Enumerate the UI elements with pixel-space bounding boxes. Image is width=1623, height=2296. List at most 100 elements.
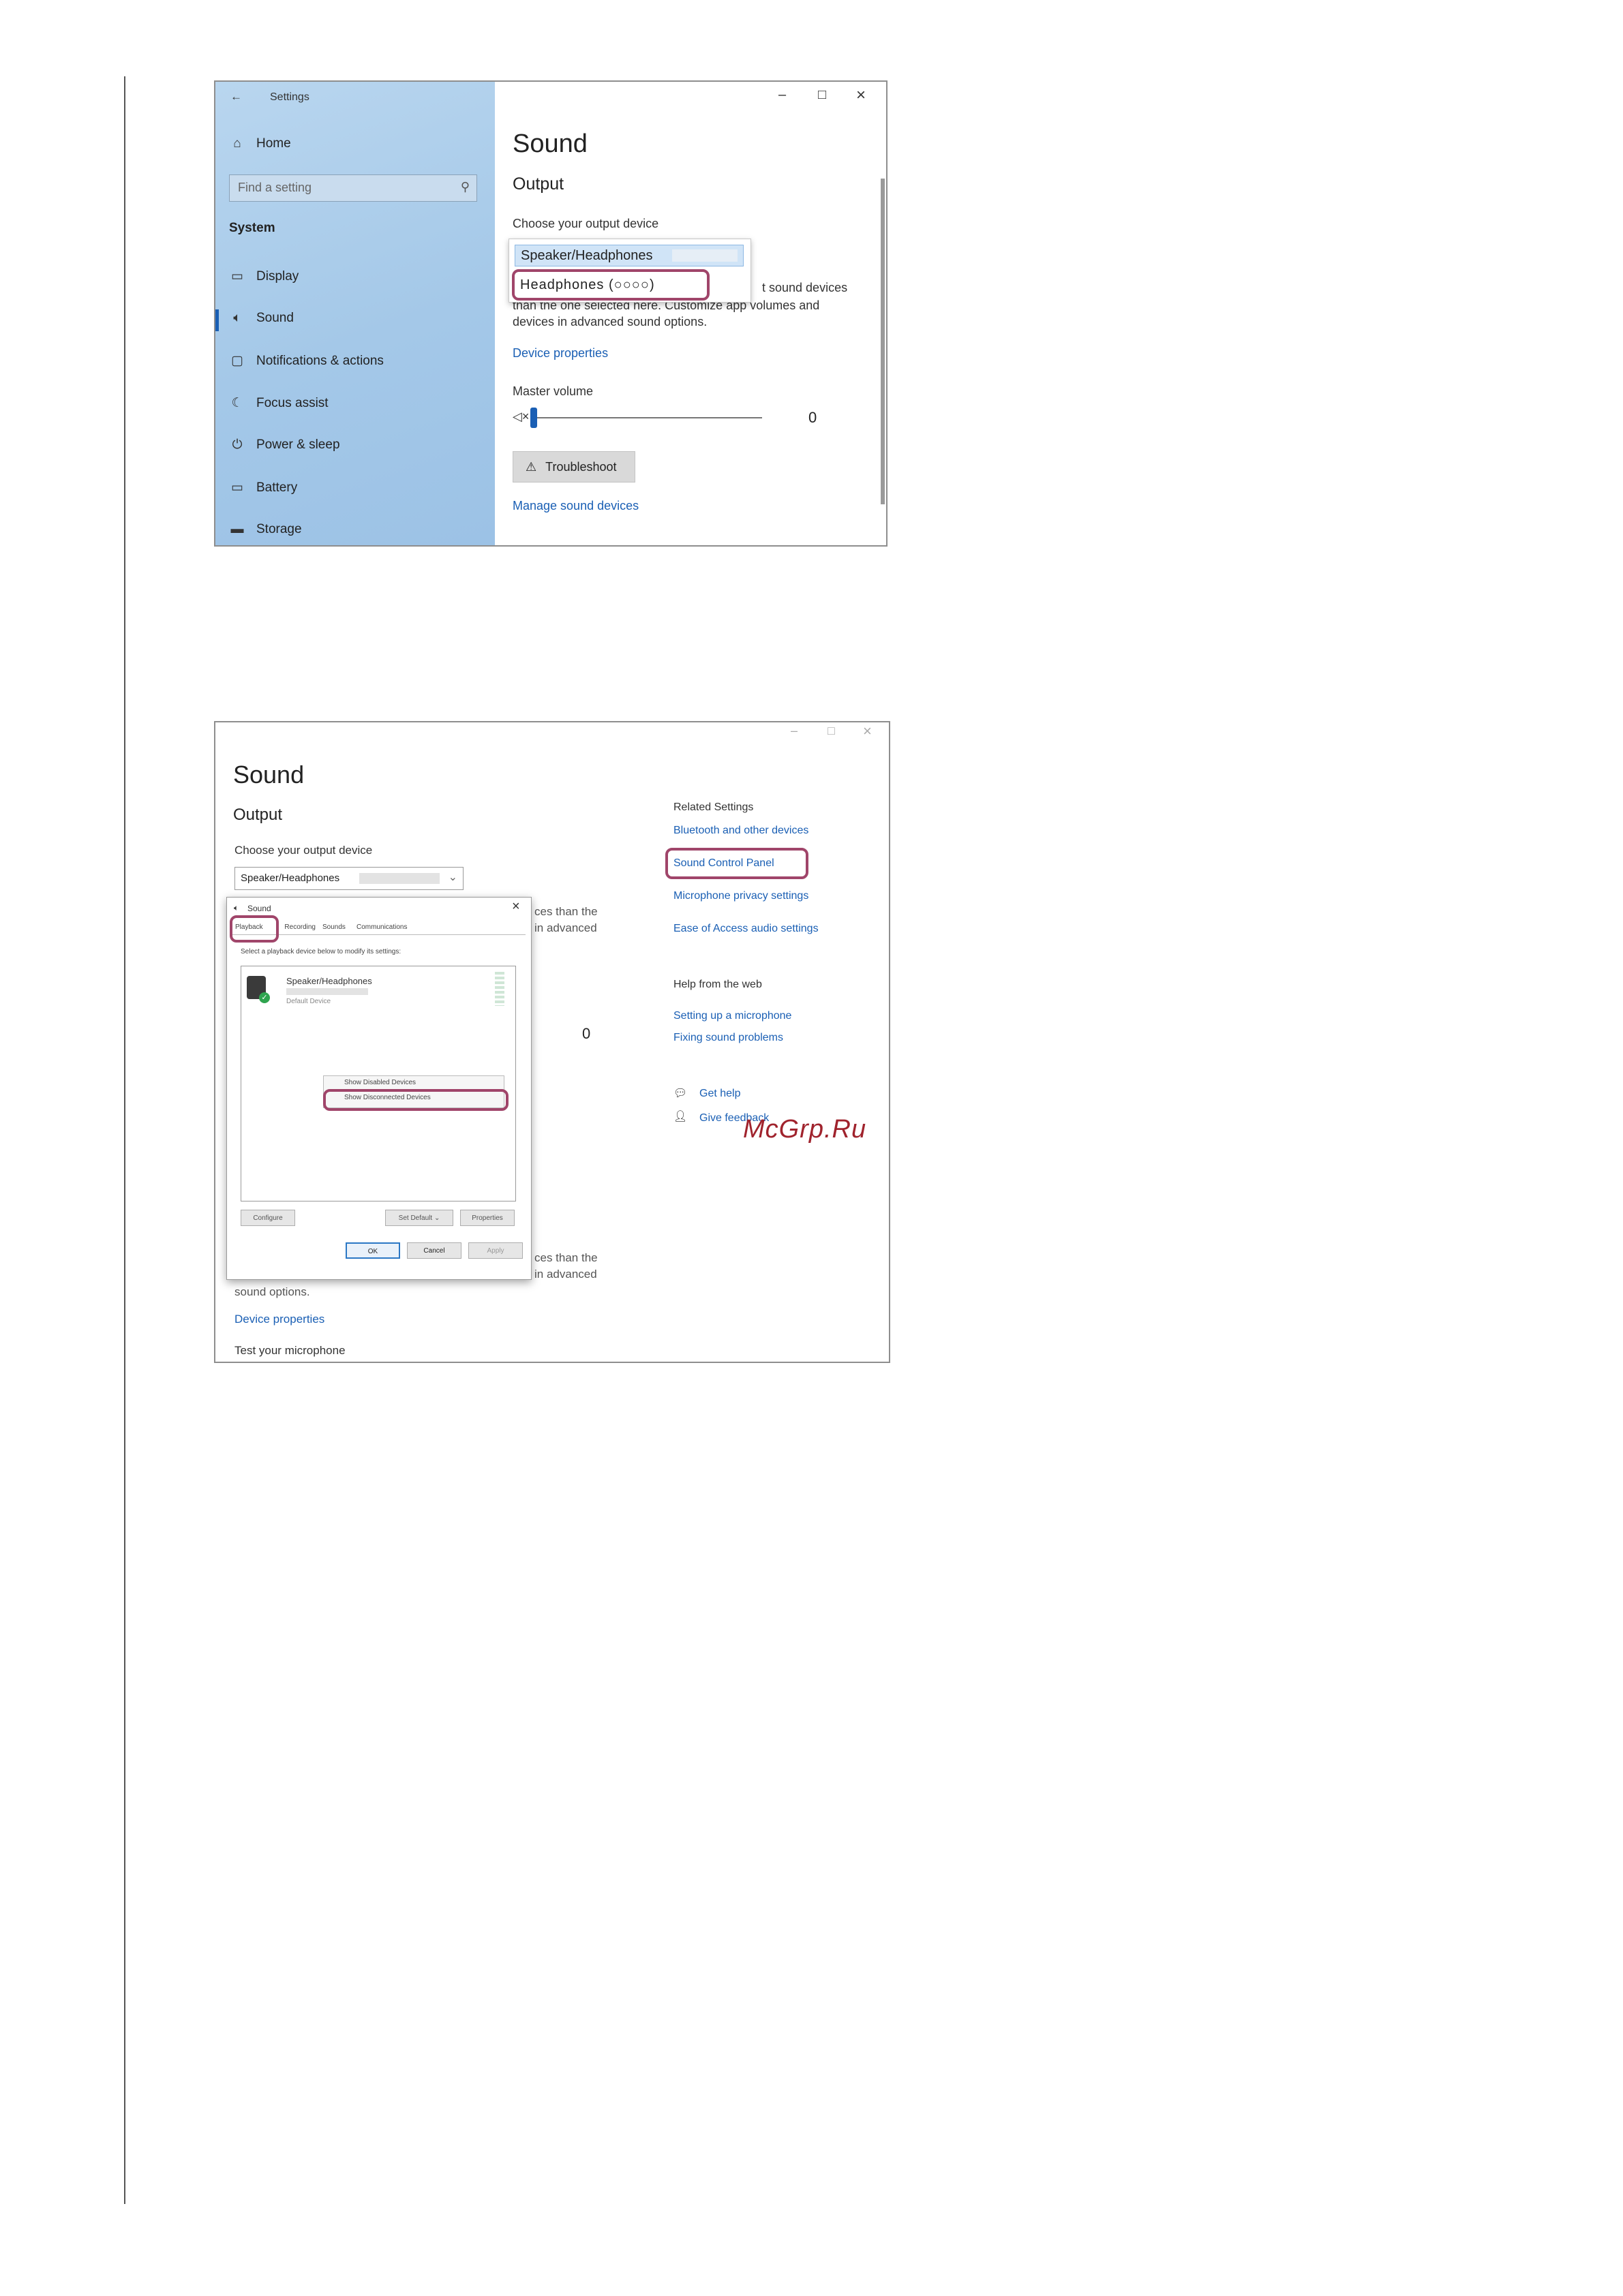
tab-sounds[interactable]: Sounds	[322, 923, 346, 931]
playback-device-list[interactable]: ✓ Speaker/Headphones Default Device Show…	[241, 966, 516, 1201]
description-text: t sound devices	[762, 281, 848, 294]
back-arrow-icon[interactable]: ←	[230, 90, 242, 104]
sidebar-item-home[interactable]: ⌂ Home	[229, 136, 291, 151]
close-button[interactable]: ×	[863, 722, 872, 740]
sidebar-item-label: Home	[256, 136, 291, 151]
chevron-down-icon: ⌄	[448, 872, 457, 883]
settings-main-panel: – □ × Sound Output Choose your output de…	[495, 82, 886, 545]
sidebar-item-label: Focus assist	[256, 395, 329, 410]
master-volume-label: Master volume	[513, 384, 594, 398]
peek-text: in advanced	[534, 1268, 597, 1281]
device-properties-link[interactable]: Device properties	[234, 1313, 324, 1326]
peek-text: ces than the	[534, 905, 598, 918]
page-title: Sound	[513, 129, 588, 158]
power-icon: ⏻	[232, 438, 243, 452]
redacted-block	[672, 249, 738, 262]
sidebar-item-power-sleep[interactable]: ⏻ Power & sleep	[229, 438, 340, 453]
get-help-link[interactable]: Get help	[699, 1088, 740, 1100]
setting-up-microphone-link[interactable]: Setting up a microphone	[673, 1010, 791, 1022]
chevron-down-icon: ⌄	[434, 1214, 440, 1222]
dialog-title: Sound	[247, 904, 271, 913]
microphone-privacy-link[interactable]: Microphone privacy settings	[673, 890, 808, 902]
output-device-dropdown-list: Speaker/Headphones Headphones (○○○○)	[509, 239, 751, 303]
choose-output-label: Choose your output device	[234, 844, 373, 857]
show-disconnected-highlight	[323, 1089, 509, 1111]
sidebar-item-battery[interactable]: ▭ Battery	[229, 480, 297, 495]
menu-item-show-disabled[interactable]: Show Disabled Devices	[344, 1079, 416, 1086]
chat-icon: 💬︎	[673, 1088, 688, 1099]
sidebar-item-storage[interactable]: ▬ Storage	[229, 522, 302, 537]
sidebar-item-focus-assist[interactable]: ☾ Focus assist	[229, 395, 329, 411]
sidebar-item-label: Notifications & actions	[256, 353, 384, 368]
sidebar-item-notifications[interactable]: ▢ Notifications & actions	[229, 353, 384, 369]
sidebar-item-label: Display	[256, 269, 299, 284]
feedback-icon: 👤︎	[673, 1111, 688, 1122]
headphones-highlight	[512, 269, 710, 301]
apply-button[interactable]: Apply	[468, 1242, 523, 1259]
volume-slider-thumb[interactable]	[530, 408, 537, 428]
speaker-icon: 🔈︎	[234, 903, 239, 913]
search-placeholder: Find a setting	[238, 181, 312, 194]
sidebar-item-sound[interactable]: 🔈︎ Sound	[229, 311, 294, 326]
tab-communications[interactable]: Communications	[357, 923, 407, 931]
monitor-icon: ▭	[231, 269, 243, 284]
peek-text: in advanced	[534, 921, 597, 934]
device-properties-link[interactable]: Device properties	[513, 346, 608, 361]
instruction-text: Select a playback device below to modify…	[241, 948, 401, 955]
configure-button[interactable]: Configure	[241, 1210, 295, 1226]
button-label: Troubleshoot	[545, 460, 617, 474]
dropdown-option-speaker[interactable]: Speaker/Headphones	[515, 245, 744, 266]
search-input[interactable]: Find a setting ⚲	[229, 174, 477, 202]
settings-sidebar: ← Settings ⌂ Home Find a setting ⚲ Syste…	[215, 82, 495, 545]
output-device-select[interactable]: Speaker/Headphones ⌄	[234, 867, 464, 890]
volume-value: 0	[582, 1025, 591, 1042]
set-default-button[interactable]: Set Default ⌄	[385, 1210, 453, 1226]
device-name[interactable]: Speaker/Headphones	[286, 976, 372, 986]
moon-icon: ☾	[231, 396, 243, 410]
redacted-block	[359, 873, 440, 884]
page-margin-line	[124, 76, 125, 2204]
volume-slider-track[interactable]	[536, 417, 762, 418]
muted-speaker-icon[interactable]: ◁×	[513, 410, 529, 424]
home-icon: ⌂	[233, 136, 241, 151]
ease-of-access-audio-link[interactable]: Ease of Access audio settings	[673, 923, 819, 935]
section-heading: System	[229, 221, 275, 235]
scrollbar[interactable]	[881, 179, 885, 504]
device-status: Default Device	[286, 998, 331, 1005]
maximize-button[interactable]: □	[828, 724, 835, 738]
troubleshoot-button[interactable]: ⚠ Troubleshoot	[513, 451, 635, 483]
sidebar-item-label: Power & sleep	[256, 438, 340, 452]
select-value: Speaker/Headphones	[241, 872, 340, 884]
window-title: Settings	[270, 91, 309, 103]
minimize-button[interactable]: –	[791, 724, 798, 738]
sound-control-panel-highlight	[665, 848, 808, 879]
properties-button[interactable]: Properties	[460, 1210, 515, 1226]
page-title: Sound	[233, 761, 305, 789]
storage-icon: ▬	[230, 522, 244, 536]
peek-text: ces than the	[534, 1251, 598, 1264]
battery-icon: ▭	[231, 480, 243, 495]
test-microphone-label: Test your microphone	[234, 1344, 346, 1357]
choose-output-label: Choose your output device	[513, 217, 659, 230]
minimize-button[interactable]: –	[778, 87, 786, 103]
notification-icon: ▢	[231, 354, 243, 368]
speaker-icon: 🔈︎	[233, 311, 241, 325]
description-text: devices in advanced sound options.	[513, 315, 708, 328]
sidebar-item-display[interactable]: ▭ Display	[229, 269, 299, 284]
output-heading: Output	[233, 806, 283, 824]
close-button[interactable]: ×	[856, 86, 866, 105]
ok-button[interactable]: OK	[346, 1242, 400, 1259]
sound-dialog: 🔈︎ Sound × Playback Recording Sounds Com…	[226, 897, 532, 1280]
cancel-button[interactable]: Cancel	[407, 1242, 461, 1259]
settings-sound-screenshot: ← Settings ⌂ Home Find a setting ⚲ Syste…	[214, 80, 888, 547]
watermark: McGrp.Ru	[743, 1115, 867, 1144]
maximize-button[interactable]: □	[818, 87, 826, 103]
button-label: Set Default	[398, 1214, 433, 1222]
tab-recording[interactable]: Recording	[276, 923, 316, 931]
related-settings-heading: Related Settings	[673, 801, 754, 813]
manage-sound-devices-link[interactable]: Manage sound devices	[513, 499, 639, 513]
dialog-close-button[interactable]: ×	[512, 899, 520, 915]
fixing-sound-problems-link[interactable]: Fixing sound problems	[673, 1032, 783, 1044]
bluetooth-devices-link[interactable]: Bluetooth and other devices	[673, 825, 808, 837]
playback-tab-highlight	[230, 915, 279, 943]
